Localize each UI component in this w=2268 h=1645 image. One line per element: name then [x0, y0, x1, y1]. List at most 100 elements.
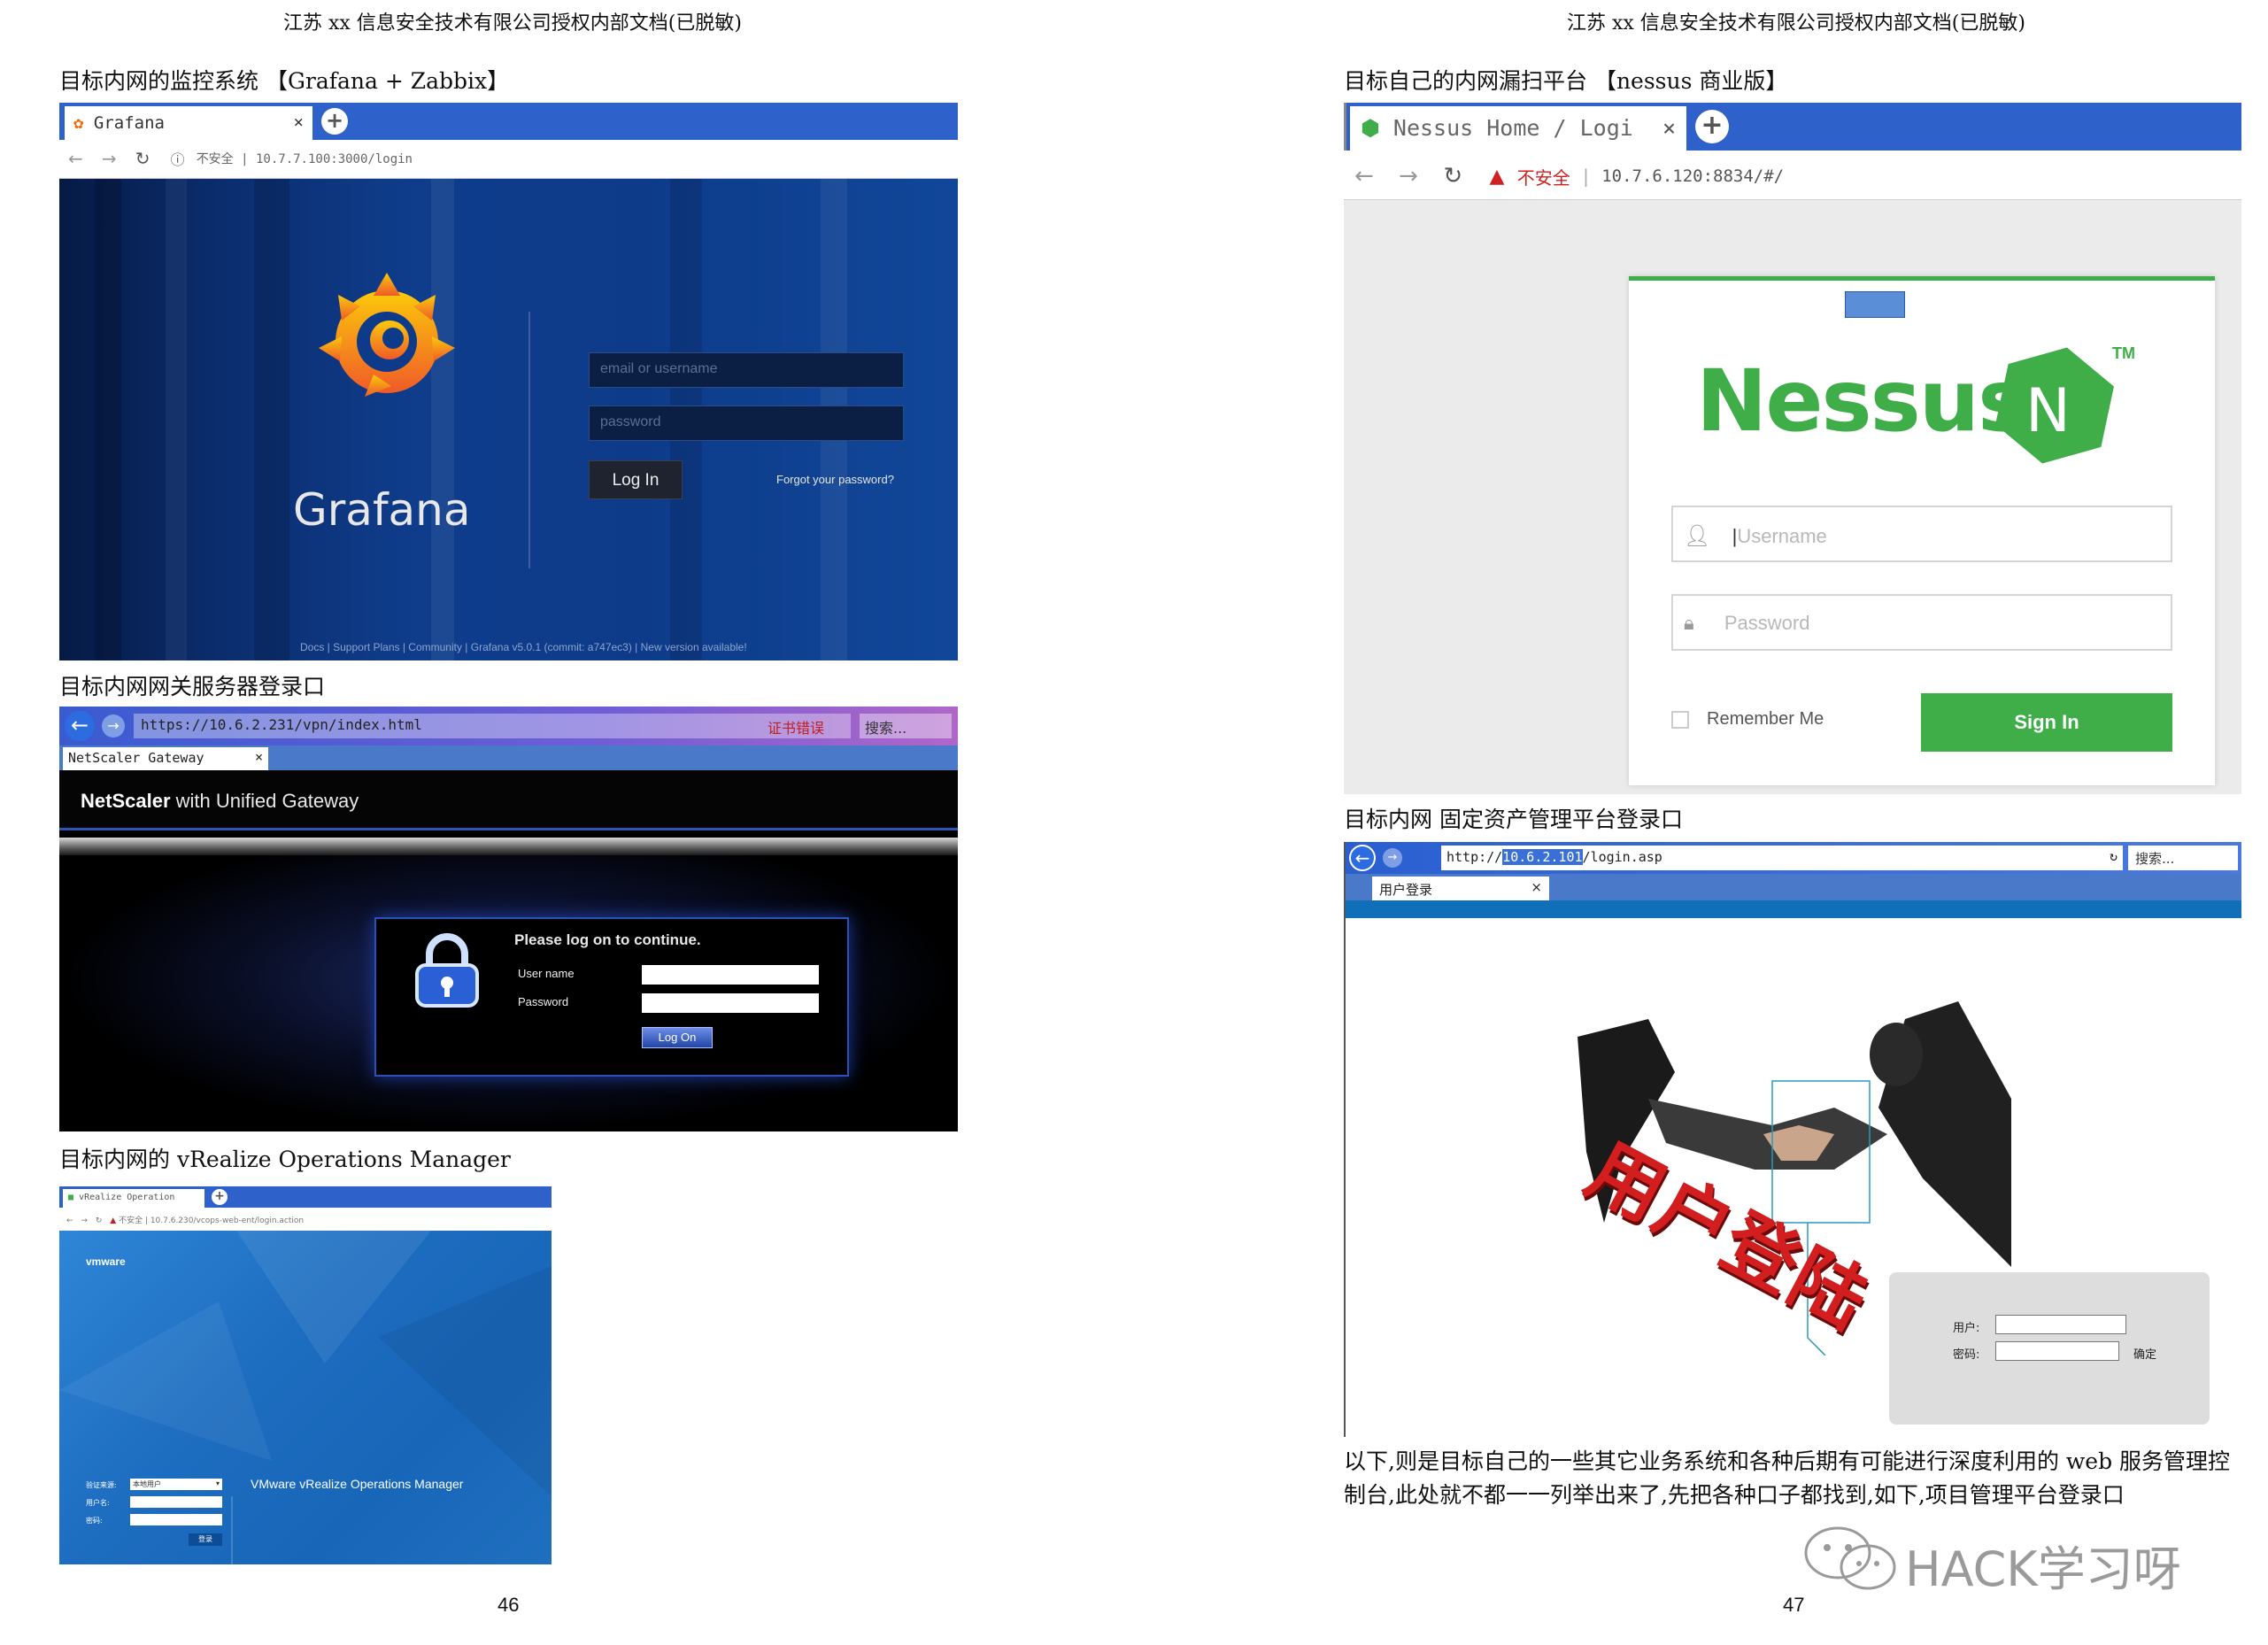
forward-icon[interactable]: → [1399, 163, 1418, 189]
grafana-address-bar: ← → ↻ ⓘ 不安全 | 10.7.7.100:3000/login [59, 140, 958, 179]
back-icon[interactable]: ← [65, 711, 95, 741]
chevron-down-icon: ▾ [215, 1479, 220, 1487]
forward-icon[interactable]: → [1383, 848, 1402, 868]
url-host: 10.6.2.101 [1502, 849, 1583, 865]
password-input[interactable] [642, 993, 819, 1013]
asset-title-strip [1346, 900, 2241, 918]
watermark-text: HACK学习呀 [1905, 1541, 2181, 1597]
password-placeholder: Password [1724, 612, 1810, 634]
back-icon[interactable]: ← [66, 1216, 73, 1225]
asset-tab-title: 用户登录 [1379, 882, 1433, 898]
grafana-tab[interactable]: ✿ Grafana × [65, 106, 312, 140]
mosaic-column [95, 179, 121, 660]
wechat-icon [1804, 1526, 1896, 1590]
username-label: User name [518, 967, 575, 980]
vrealize-tab-bar: ■ vRealize Operation + [59, 1186, 552, 1208]
password-input[interactable]: password [589, 405, 904, 441]
vrealize-address-bar: ← → ↻ ▲ 不安全 | 10.7.6.230/vcops-web-ent/l… [59, 1208, 552, 1231]
forward-icon[interactable]: → [81, 1216, 88, 1225]
asset-caption: 目标内网 固定资产管理平台登录口 [1344, 807, 1683, 832]
netscaler-tab-bar: NetScaler Gateway × [59, 745, 958, 770]
password-label: Password [518, 995, 569, 1008]
vrealize-screenshot: ■ vRealize Operation + ← → ↻ ▲ 不安全 | 10.… [59, 1186, 552, 1564]
asset-screenshot: ← → http://10.6.2.101/login.asp ↻ 搜索... … [1344, 842, 2241, 1437]
right-page-number: 47 [1783, 1594, 1805, 1616]
left-page-header: 江苏 xx 信息安全技术有限公司授权内部文档(已脱敏) [283, 12, 742, 35]
vrealize-tab-title: vRealize Operation [79, 1193, 175, 1202]
close-tab-icon[interactable]: × [1531, 879, 1542, 895]
asset-url-field[interactable]: http://10.6.2.101/login.asp ↻ [1441, 846, 2123, 870]
reload-icon[interactable]: ↻ [96, 1216, 103, 1225]
close-tab-icon[interactable]: × [1662, 115, 1676, 141]
netscaler-tab[interactable]: NetScaler Gateway × [63, 747, 268, 770]
netscaler-url-field[interactable]: https://10.6.2.231/vpn/index.html 证书错误 [134, 714, 851, 738]
forgot-password-link[interactable]: Forgot your password? [776, 473, 894, 486]
grafana-logo-text: Grafana [293, 484, 471, 536]
username-input[interactable]: 👤︎ |Username [1671, 506, 2172, 562]
reload-icon[interactable]: ↻ [1443, 163, 1462, 189]
asset-user-input[interactable] [1995, 1315, 2126, 1334]
login-button[interactable]: Log In [589, 460, 683, 499]
blue-marker [1845, 291, 1905, 318]
nessus-address-bar: ← → ↻ ▲ 不安全 | 10.7.6.120:8834/#/ [1344, 151, 2241, 200]
username-input[interactable] [642, 965, 819, 985]
security-warning: 不安全 [1516, 166, 1570, 189]
email-input[interactable]: email or username [589, 352, 904, 388]
source-label: 验证来源: [86, 1481, 117, 1489]
nessus-tab-bar: ⬢ Nessus Home / Logi × + [1344, 103, 2241, 151]
left-page-number: 46 [498, 1594, 520, 1616]
new-tab-icon[interactable]: + [1695, 110, 1729, 143]
asset-tab[interactable]: 用户登录 × [1372, 877, 1549, 900]
netscaler-metal-bar [59, 838, 958, 855]
asset-pass-input[interactable] [1995, 1341, 2119, 1361]
logon-button[interactable]: Log On [642, 1027, 713, 1048]
mosaic-column [431, 179, 454, 660]
sign-in-button[interactable]: Sign In [1921, 693, 2172, 752]
grafana-divider [528, 312, 530, 568]
back-icon[interactable]: ← [1354, 163, 1374, 189]
close-tab-icon[interactable]: × [255, 749, 263, 765]
forward-icon[interactable]: → [102, 148, 117, 169]
asset-confirm-button[interactable]: 确定 [2133, 1345, 2156, 1362]
asset-search-field[interactable]: 搜索... [2128, 846, 2238, 870]
nessus-tab[interactable]: ⬢ Nessus Home / Logi × [1350, 106, 1686, 151]
vrealize-product-title: VMware vRealize Operations Manager [251, 1477, 464, 1491]
new-tab-icon[interactable]: + [212, 1189, 228, 1205]
netscaler-screenshot: ← → https://10.6.2.231/vpn/index.html 证书… [59, 707, 958, 1131]
reload-icon[interactable]: ↻ [135, 148, 150, 169]
netscaler-tab-title: NetScaler Gateway [68, 750, 204, 766]
user-label: 用户名: [86, 1499, 110, 1507]
reload-icon[interactable]: ↻ [2110, 848, 2118, 864]
nessus-logo-text: Nessus [1696, 351, 2028, 451]
netscaler-address-bar: ← → https://10.6.2.231/vpn/index.html 证书… [59, 707, 958, 745]
grafana-caption: 目标内网的监控系统 【Grafana + Zabbix】 [59, 68, 510, 94]
netscaler-login-panel: Please log on to continue. User name Pas… [374, 917, 849, 1077]
password-input[interactable]: 🔒︎ Password [1671, 594, 2172, 651]
close-tab-icon[interactable]: × [294, 112, 304, 132]
back-icon[interactable]: ← [1349, 845, 1376, 871]
vrealize-login-button[interactable]: 登录 [189, 1533, 222, 1546]
netscaler-banner: NetScaler with Unified Gateway [59, 770, 958, 830]
forward-icon[interactable]: → [102, 714, 125, 738]
netscaler-search-field[interactable]: 搜索... [860, 714, 952, 738]
pass-input[interactable] [130, 1514, 222, 1525]
grafana-tab-title: Grafana [93, 113, 165, 133]
new-tab-icon[interactable]: + [321, 108, 348, 135]
right-page-header: 江苏 xx 信息安全技术有限公司授权内部文档(已脱敏) [1567, 12, 2025, 35]
vrealize-tab[interactable]: ■ vRealize Operation [63, 1189, 204, 1208]
grafana-url[interactable]: 不安全 | 10.7.7.100:3000/login [197, 150, 413, 167]
nessus-url[interactable]: 10.7.6.120:8834/#/ [1601, 166, 1784, 186]
grafana-screenshot: ✿ Grafana × + ← → ↻ ⓘ 不安全 | 10.7.7.100:3… [59, 103, 958, 660]
grafana-footer: Docs | Support Plans | Community | Grafa… [300, 641, 747, 653]
vmware-logo: vmware [86, 1255, 126, 1268]
grafana-login-body: Grafana email or username password Log I… [59, 179, 958, 660]
remember-me-checkbox[interactable] [1671, 711, 1689, 729]
nessus-caption: 目标自己的内网漏扫平台 【nessus 商业版】 [1344, 68, 1788, 94]
netscaler-caption: 目标内网网关服务器登录口 [59, 674, 326, 699]
back-icon[interactable]: ← [68, 148, 83, 169]
url-path: /login.asp [1582, 849, 1662, 865]
lock-icon [415, 933, 479, 1008]
source-select[interactable]: 本地用户 ▾ [130, 1479, 222, 1490]
vrealize-url[interactable]: 不安全 | 10.7.6.230/vcops-web-ent/login.act… [119, 1216, 304, 1225]
user-input[interactable] [130, 1496, 222, 1508]
